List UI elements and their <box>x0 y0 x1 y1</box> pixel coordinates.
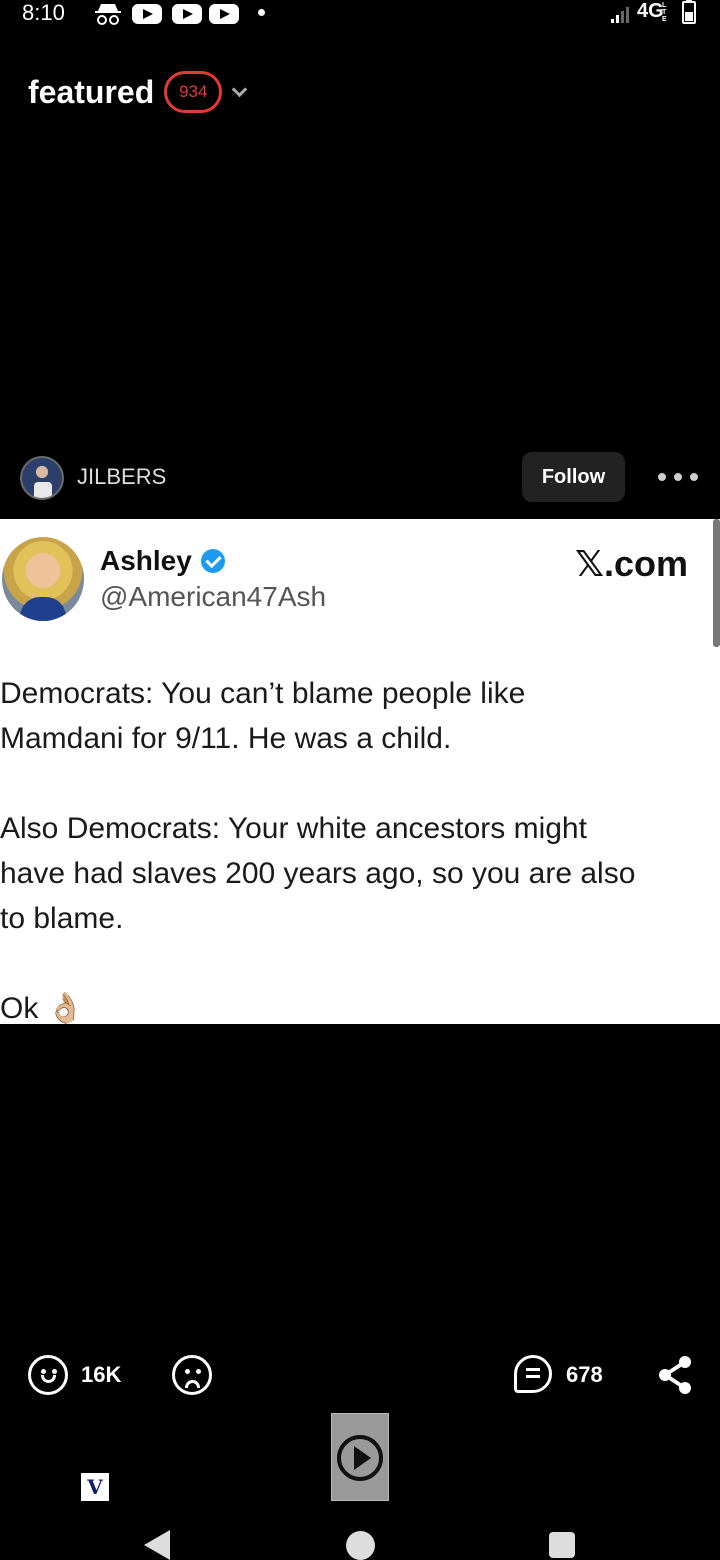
author-name[interactable]: JILBERS <box>77 464 166 490</box>
status-time: 8:10 <box>22 0 65 25</box>
youtube-icon <box>209 4 239 24</box>
downvote-frown-icon[interactable] <box>172 1355 212 1395</box>
feed-title[interactable]: featured <box>28 74 154 111</box>
follow-button[interactable]: Follow <box>522 452 625 502</box>
play-icon[interactable] <box>337 1435 383 1481</box>
more-options-icon[interactable] <box>658 468 698 486</box>
tweet-avatar <box>2 537 84 621</box>
x-com-watermark: 𝕏.com <box>574 543 688 584</box>
post-image[interactable]: Ashley @American47Ash 𝕏.com Democrats: Y… <box>0 519 720 1025</box>
tweet-name-text: Ashley <box>100 545 192 576</box>
network-sub: LTE <box>662 2 667 23</box>
comment-icon[interactable] <box>514 1355 552 1393</box>
post-author-row: JILBERS Follow <box>20 450 700 506</box>
youtube-icon <box>172 4 202 24</box>
tweet-display-name: Ashley <box>100 545 225 577</box>
signal-icon <box>611 7 629 23</box>
upvote-smile-icon[interactable] <box>28 1355 68 1395</box>
author-avatar[interactable] <box>20 456 64 500</box>
battery-icon <box>682 0 696 24</box>
chevron-down-icon[interactable] <box>231 81 248 97</box>
tweet-body: Democrats: You can’t blame people like M… <box>0 677 636 1025</box>
incognito-icon <box>95 4 121 25</box>
feed-header[interactable]: featured 934 <box>28 70 248 114</box>
share-icon[interactable] <box>656 1354 694 1396</box>
app-logo[interactable]: V <box>81 1473 109 1501</box>
nav-home-icon[interactable] <box>346 1531 375 1560</box>
tweet-handle: @American47Ash <box>100 581 327 612</box>
nav-recents-icon[interactable] <box>549 1532 575 1558</box>
like-count: 16K <box>81 1362 122 1387</box>
nav-back-icon[interactable] <box>144 1530 170 1560</box>
youtube-icon <box>132 4 162 24</box>
network-type: 4G <box>637 0 664 22</box>
ok-hand-emoji: 👌🏼 <box>46 992 85 1025</box>
status-bar: 8:10 4G LTE <box>0 0 720 30</box>
verified-badge-icon <box>200 549 225 573</box>
tweet-text: Democrats: You can’t blame people like M… <box>0 671 710 1031</box>
comment-count: 678 <box>566 1362 603 1387</box>
scrollbar[interactable] <box>713 519 720 647</box>
count-badge: 934 <box>164 71 223 113</box>
action-bar: 16K 678 <box>0 1350 720 1400</box>
mini-player[interactable] <box>331 1413 389 1501</box>
notification-dot-icon <box>258 9 265 16</box>
